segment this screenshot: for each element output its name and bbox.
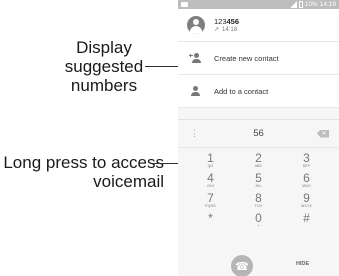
- dialpad-key[interactable]: 1 QO: [187, 152, 235, 172]
- dialpad-key[interactable]: 2 ABC: [235, 152, 283, 172]
- callout-leader-line: [145, 66, 179, 67]
- dialpad-key[interactable]: 9 WXYZ: [283, 192, 331, 212]
- avatar: [187, 16, 205, 34]
- key-letters: WXYZ: [301, 204, 312, 208]
- key-letters: QO: [207, 164, 214, 168]
- key-letters: +: [257, 224, 260, 228]
- key-digit: *: [208, 211, 213, 225]
- key-digit: 7: [207, 191, 214, 205]
- key-digit: 6: [303, 171, 310, 185]
- create-new-contact-label: Create new contact: [214, 53, 279, 63]
- overflow-menu-icon[interactable]: ⋮: [190, 128, 200, 139]
- suggestion-list: 123456 ↗ 14:18 Create new contact Add to…: [178, 9, 339, 108]
- backspace-icon[interactable]: ✕: [317, 129, 329, 138]
- call-button[interactable]: ☎: [231, 255, 253, 276]
- status-indicators: 10% 14:19: [289, 1, 336, 8]
- add-person-icon: [189, 52, 202, 64]
- create-new-contact-button[interactable]: Create new contact: [178, 42, 339, 75]
- key-digit: 8: [255, 191, 262, 205]
- phone-screen: 10% 14:19 123456 ↗ 14:18 Create new cont…: [178, 0, 339, 276]
- key-digit: 2: [255, 151, 262, 165]
- dialpad-keys: 1 QO 2 ABC 3 DEF 4 GHI 5 JKL 6 MNO 7 PQRS 8 TUV 9 WXYZ * 0 +…: [178, 148, 339, 232]
- dialpad-key[interactable]: 4 GHI: [187, 172, 235, 192]
- callout-voicemail: Long press to access voicemail: [3, 153, 164, 191]
- key-digit: #: [303, 211, 310, 225]
- suggested-number: 123456: [214, 16, 240, 26]
- signal-icon: [289, 1, 297, 8]
- dialpad-key[interactable]: 3 DEF: [283, 152, 331, 172]
- dialpad-key[interactable]: 5 JKL: [235, 172, 283, 192]
- key-letters: DEF: [302, 164, 311, 168]
- digits-bar: ⋮ 56 ✕: [178, 120, 339, 148]
- key-letters: TUV: [254, 204, 263, 208]
- dialpad-bottom-row: ☎ HIDE: [178, 255, 339, 276]
- call-meta: ↗ 14:18: [214, 26, 239, 34]
- hide-dialpad-button[interactable]: HIDE: [296, 261, 309, 267]
- person-icon: [190, 85, 202, 97]
- suggested-number-row[interactable]: 123456 ↗ 14:18: [178, 9, 339, 42]
- outgoing-call-icon: ↗: [214, 26, 220, 33]
- key-digit: 1: [207, 151, 214, 165]
- dialpad-key[interactable]: 0 +: [235, 212, 283, 232]
- dialpad-key[interactable]: *: [187, 212, 235, 232]
- dialpad-key[interactable]: #: [283, 212, 331, 232]
- key-letters: PQRS: [205, 204, 216, 208]
- dialpad-key[interactable]: 8 TUV: [235, 192, 283, 212]
- key-digit: 9: [303, 191, 310, 205]
- add-to-contact-button[interactable]: Add to a contact: [178, 75, 339, 108]
- key-digit: 0: [255, 211, 262, 225]
- dialpad-key[interactable]: 7 PQRS: [187, 192, 235, 212]
- notification-icon: [181, 2, 188, 7]
- key-digit: 3: [303, 151, 310, 165]
- battery-percent: 10%: [304, 1, 318, 8]
- dialpad: ⋮ 56 ✕ 1 QO 2 ABC 3 DEF 4 GHI 5 JKL 6 MNO 7 PQRS 8 TUV 9…: [178, 119, 339, 276]
- status-bar: 10% 14:19: [178, 0, 339, 9]
- key-letters: ABC: [254, 164, 263, 168]
- dialpad-key[interactable]: 6 MNO: [283, 172, 331, 192]
- battery-icon: [298, 1, 303, 8]
- call-time: 14:18: [222, 26, 238, 33]
- key-digit: 5: [255, 171, 262, 185]
- add-to-contact-label: Add to a contact: [214, 86, 269, 96]
- clock: 14:19: [319, 1, 336, 8]
- key-letters: MNO: [302, 184, 311, 188]
- phone-icon: ☎: [235, 260, 249, 273]
- key-letters: JKL: [255, 184, 262, 188]
- dialed-digits[interactable]: 56: [200, 128, 317, 139]
- key-letters: GHI: [207, 184, 214, 188]
- key-digit: 4: [207, 171, 214, 185]
